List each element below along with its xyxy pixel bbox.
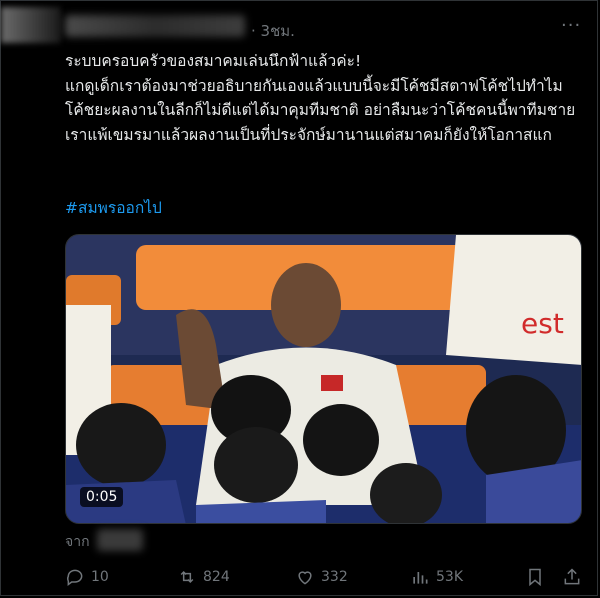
analytics-icon — [413, 572, 428, 584]
like-count: 332 — [321, 569, 348, 585]
video-duration: 0:05 — [80, 487, 124, 507]
source-label: จาก — [65, 534, 90, 550]
video-player[interactable]: est 0:05 — [65, 234, 582, 524]
author-name-blurred[interactable] — [65, 15, 245, 37]
post-text: ระบบครอบครัวของสมาคมเล่นนึกฟ้าแล้วค่ะ! แ… — [65, 52, 576, 144]
avatar[interactable] — [1, 7, 61, 43]
post-time[interactable]: · 3ชม. — [251, 19, 295, 43]
bookmark-icon — [529, 568, 541, 587]
bookmark-button[interactable] — [525, 567, 545, 587]
more-options-button[interactable]: ··· — [561, 15, 581, 36]
reply-icon — [67, 569, 83, 586]
reply-button[interactable]: 10 — [65, 567, 109, 587]
video-frame: est — [66, 235, 581, 523]
hashtag-link[interactable]: #สมพรออกไป — [65, 195, 162, 220]
tweet-card[interactable]: · 3ชม. ··· ระบบครอบครัวของสมาคมเล่นนึกฟ้… — [0, 0, 598, 596]
view-count: 53K — [436, 569, 463, 585]
heart-icon — [298, 571, 312, 585]
reply-count: 10 — [91, 569, 109, 585]
action-bar: 10 824 332 53K — [65, 567, 585, 591]
repost-count: 824 — [203, 569, 230, 585]
share-button[interactable] — [562, 567, 582, 587]
views-button[interactable]: 53K — [410, 567, 463, 587]
svg-text:est: est — [521, 307, 564, 340]
repost-icon — [180, 570, 194, 584]
share-icon — [564, 568, 580, 585]
source-name-blurred[interactable] — [97, 529, 143, 551]
like-button[interactable]: 332 — [295, 567, 348, 587]
repost-button[interactable]: 824 — [177, 567, 230, 587]
